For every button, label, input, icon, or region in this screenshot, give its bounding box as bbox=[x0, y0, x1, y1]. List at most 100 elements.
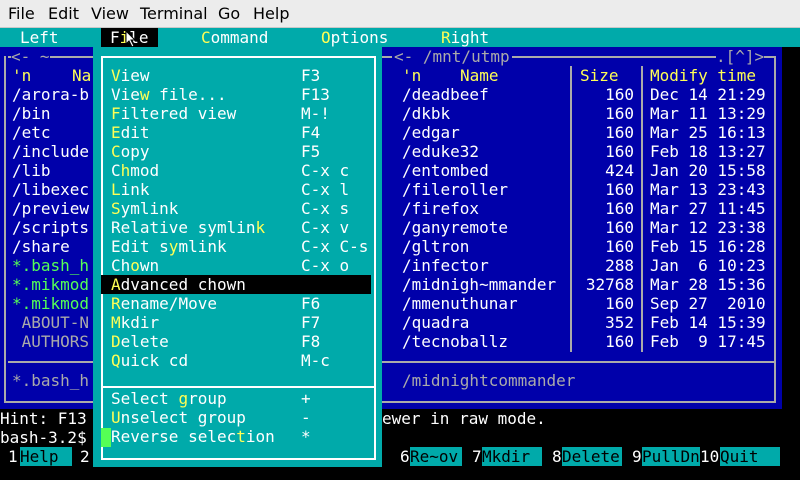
file-row-date: Jan 20 15:58 bbox=[650, 161, 766, 180]
list-item[interactable]: /lib bbox=[12, 161, 51, 180]
header-modify-time[interactable]: Modify time bbox=[650, 66, 756, 85]
list-item[interactable]: ABOUT-N bbox=[12, 313, 89, 332]
file-row-date: Jan 6 10:23 bbox=[650, 256, 766, 275]
file-row-date: Mar 27 11:45 bbox=[650, 199, 766, 218]
list-item[interactable]: /scripts bbox=[12, 218, 89, 237]
list-item[interactable]: *.bash_h bbox=[12, 256, 89, 275]
fkey-number: 10 bbox=[700, 447, 720, 466]
list-item[interactable]: AUTHORS bbox=[12, 332, 89, 351]
left-header-n: 'n bbox=[12, 66, 32, 85]
file-menu-item[interactable]: Advanced chown bbox=[101, 275, 371, 294]
menu-terminal[interactable]: Terminal bbox=[140, 4, 208, 23]
file-menu-item[interactable]: Link C-x l bbox=[111, 180, 363, 199]
file-menu-item[interactable]: Unselect group - bbox=[111, 408, 363, 427]
file-row-size: 160 bbox=[605, 123, 634, 142]
panel-indicator[interactable]: .[^]> bbox=[716, 47, 765, 66]
file-row-name[interactable]: /entombed bbox=[402, 161, 489, 180]
list-item[interactable]: /arora-b bbox=[12, 85, 89, 104]
menu-help[interactable]: Help bbox=[253, 4, 289, 23]
fkey-button[interactable]: Mkdir bbox=[482, 447, 542, 466]
file-row-name[interactable]: /infector bbox=[402, 256, 489, 275]
right-panel-title: <- /mnt/utmp bbox=[392, 47, 512, 66]
menu-edit[interactable]: Edit bbox=[48, 4, 79, 23]
shell-prompt[interactable]: bash-3.2$ bbox=[0, 428, 87, 447]
file-menu-dropdown: View F3 View file... F13 Filtered view M-! Edi… bbox=[93, 47, 382, 467]
menu-view[interactable]: View bbox=[91, 4, 129, 23]
file-row-size: 160 bbox=[605, 332, 634, 351]
file-row-name[interactable]: /firefox bbox=[402, 199, 479, 218]
file-row-date: Mar 11 13:29 bbox=[650, 104, 766, 123]
right-panel[interactable]: <- /mnt/utmp .[^]> 'n Name Size Modify t… bbox=[382, 47, 782, 409]
list-item[interactable]: /libexec bbox=[12, 180, 89, 199]
list-item[interactable]: *.mikmod bbox=[12, 294, 89, 313]
list-item[interactable]: /bin bbox=[12, 104, 51, 123]
file-row-name[interactable]: /quadra bbox=[402, 313, 469, 332]
file-row-name[interactable]: /gltron bbox=[402, 237, 469, 256]
fkey-number: 9 bbox=[632, 447, 642, 466]
file-menu-item[interactable]: Edit symlink C-x C-s bbox=[111, 237, 368, 256]
file-row-size: 160 bbox=[605, 199, 634, 218]
file-menu-item[interactable]: Quick cd M-c bbox=[111, 351, 363, 370]
fkey-number: 1 bbox=[8, 447, 18, 466]
file-row-size: 160 bbox=[605, 142, 634, 161]
list-item[interactable]: /share bbox=[12, 237, 70, 256]
list-item[interactable]: /preview bbox=[12, 199, 89, 218]
file-row-name[interactable]: /dkbk bbox=[402, 104, 450, 123]
header-name[interactable]: Name bbox=[460, 66, 499, 85]
mouse-cursor-icon bbox=[125, 30, 137, 48]
file-row-name[interactable]: /fileroller bbox=[402, 180, 508, 199]
fkey-button[interactable]: PullDn bbox=[642, 447, 700, 466]
file-row-date: Mar 12 23:38 bbox=[650, 218, 766, 237]
fkey-button[interactable]: Re~ov bbox=[410, 447, 462, 466]
header-size[interactable]: Size bbox=[580, 66, 619, 85]
file-menu-item[interactable]: View F3 bbox=[111, 66, 363, 85]
file-row-date: Feb 9 17:45 bbox=[650, 332, 766, 351]
file-row-size: 160 bbox=[605, 237, 634, 256]
file-menu-item[interactable]: Relative symlink C-x v bbox=[111, 218, 363, 237]
file-menu-item[interactable]: Select group + bbox=[111, 389, 363, 408]
menu-go[interactable]: Go bbox=[218, 4, 240, 23]
file-menu-item[interactable]: Mkdir F7 bbox=[111, 313, 363, 332]
file-row-size: 32768 bbox=[585, 275, 634, 294]
mc-menubar: Left File Command Options Right bbox=[0, 28, 800, 48]
left-panel-title: <- ~ bbox=[11, 47, 50, 66]
fkey-button[interactable]: Help bbox=[20, 447, 72, 466]
file-menu-item[interactable]: Rename/Move F6 bbox=[111, 294, 363, 313]
file-menu-item[interactable]: Chown C-x o bbox=[111, 256, 363, 275]
file-menu-item[interactable]: View file... F13 bbox=[111, 85, 363, 104]
file-row-size: 160 bbox=[605, 180, 634, 199]
header-n: 'n bbox=[402, 66, 422, 85]
mc-menu-options[interactable]: Options bbox=[321, 28, 388, 47]
fkey-button[interactable]: Delete bbox=[562, 447, 622, 466]
list-item[interactable]: /include bbox=[12, 142, 89, 161]
file-menu-item[interactable]: Copy F5 bbox=[111, 142, 363, 161]
file-row-size: 160 bbox=[605, 85, 634, 104]
left-header-name: Na bbox=[72, 66, 92, 85]
list-item[interactable]: /etc bbox=[12, 123, 51, 142]
list-item[interactable]: *.mikmod bbox=[12, 275, 89, 294]
file-row-name[interactable]: /eduke32 bbox=[402, 142, 479, 161]
file-row-size: 160 bbox=[605, 218, 634, 237]
file-row-date: Feb 18 13:27 bbox=[650, 142, 766, 161]
file-row-name[interactable]: /midnigh~mmander bbox=[402, 275, 556, 294]
fkey-button[interactable]: Quit bbox=[720, 447, 780, 466]
file-row-name[interactable]: /tecnoballz bbox=[402, 332, 508, 351]
file-menu-item[interactable]: Filtered view M-! bbox=[111, 104, 363, 123]
terminal-cursor bbox=[101, 428, 111, 447]
file-row-name[interactable]: /deadbeef bbox=[402, 85, 489, 104]
file-row-name[interactable]: /ganyremote bbox=[402, 218, 508, 237]
file-menu-item[interactable]: Edit F4 bbox=[111, 123, 363, 142]
mc-menu-right[interactable]: Right bbox=[441, 28, 489, 47]
mc-menu-command[interactable]: Command bbox=[201, 28, 268, 47]
file-row-size: 352 bbox=[605, 313, 634, 332]
file-menu-item[interactable]: Symlink C-x s bbox=[111, 199, 363, 218]
file-row-name[interactable]: /mmenuthunar bbox=[402, 294, 518, 313]
menu-file[interactable]: File bbox=[8, 4, 35, 23]
fkey-number: 6 bbox=[400, 447, 410, 466]
file-menu-item[interactable]: Delete F8 bbox=[111, 332, 363, 351]
hint-line-left: Hint: F13 bbox=[0, 409, 87, 428]
file-menu-item[interactable]: Chmod C-x c bbox=[111, 161, 363, 180]
file-menu-item[interactable]: Reverse selection * bbox=[111, 427, 363, 446]
mc-menu-left[interactable]: Left bbox=[20, 28, 59, 47]
file-row-name[interactable]: /edgar bbox=[402, 123, 460, 142]
